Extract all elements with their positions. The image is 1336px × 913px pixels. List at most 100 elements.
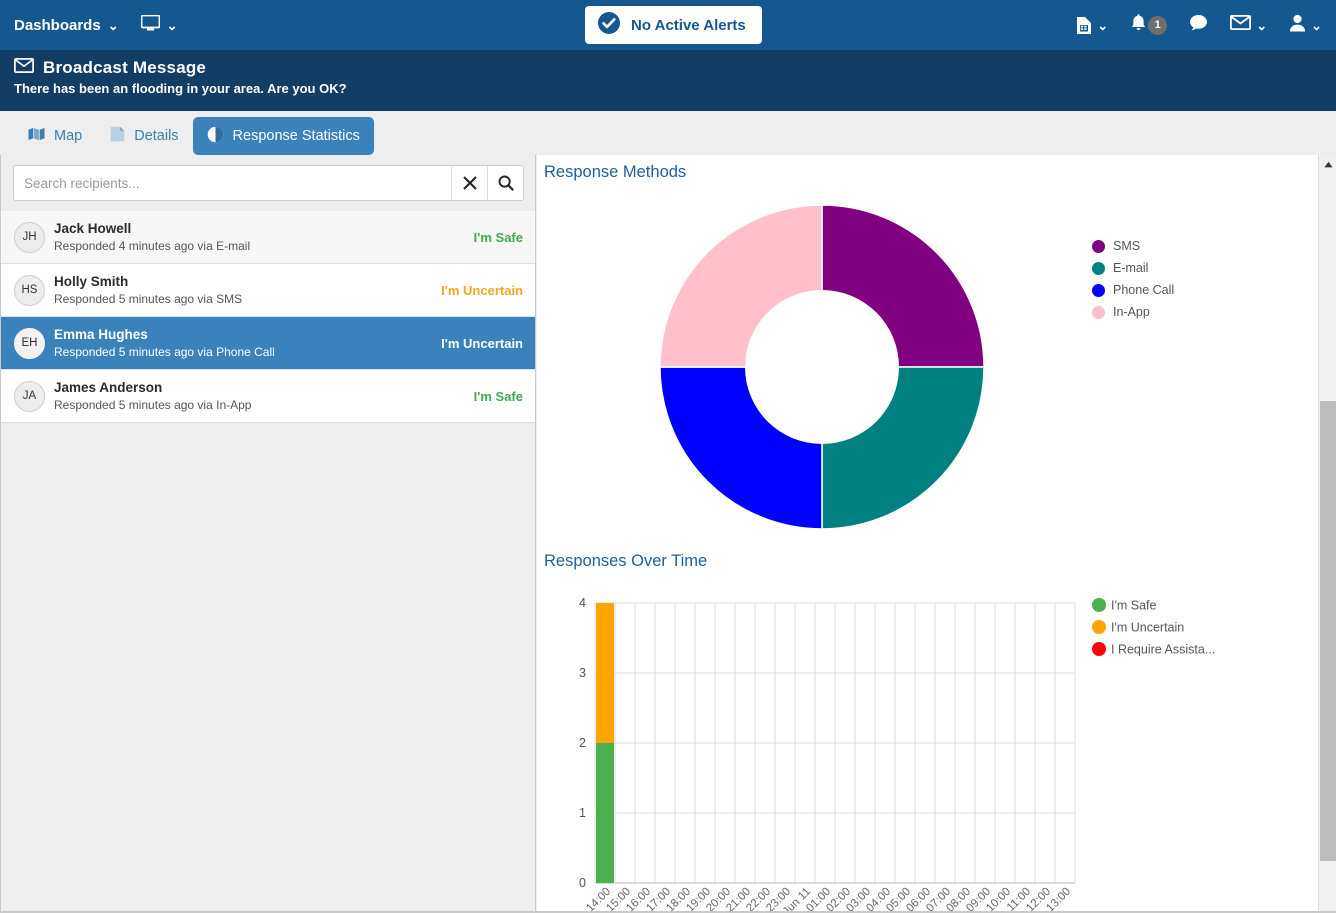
tab-response-statistics[interactable]: Response Statistics bbox=[192, 117, 374, 155]
legend-label[interactable]: I Require Assista... bbox=[1111, 643, 1215, 657]
chat-icon bbox=[1189, 14, 1208, 36]
tab-details[interactable]: Details bbox=[96, 117, 192, 155]
map-icon bbox=[28, 127, 45, 145]
close-icon bbox=[463, 176, 476, 190]
alert-status-label: No Active Alerts bbox=[631, 16, 746, 34]
tab-map[interactable]: Map bbox=[14, 117, 96, 155]
avatar: EH bbox=[14, 327, 45, 359]
notification-badge: 1 bbox=[1148, 15, 1168, 35]
no-active-alerts-button[interactable]: No Active Alerts bbox=[585, 6, 762, 44]
notifications-menu[interactable]: 1 bbox=[1130, 13, 1168, 37]
dashboards-menu[interactable]: Dashboards ⌄ bbox=[14, 17, 119, 34]
tab-map-label: Map bbox=[54, 128, 83, 144]
user-menu[interactable]: ⌄ bbox=[1289, 14, 1322, 37]
recipient-text: Jack Howell Responded 4 minutes ago via … bbox=[54, 220, 466, 254]
chevron-down-icon: ⌄ bbox=[107, 17, 119, 33]
user-icon bbox=[1289, 14, 1306, 37]
legend-item[interactable]: SMS bbox=[1092, 235, 1174, 257]
chat-button[interactable] bbox=[1189, 14, 1208, 36]
legend-label: In-App bbox=[1113, 305, 1150, 319]
submit-search-button[interactable] bbox=[487, 166, 523, 200]
bell-icon bbox=[1130, 13, 1147, 37]
recipients-list: JH Jack Howell Responded 4 minutes ago v… bbox=[1, 211, 535, 423]
response-methods-legend: SMS E-mail Phone Call In-App bbox=[1092, 235, 1174, 323]
legend-label[interactable]: I'm Uncertain bbox=[1111, 621, 1184, 635]
response-methods-chart: SMS E-mail Phone Call In-App bbox=[537, 182, 1336, 552]
recipient-detail: Responded 5 minutes ago via SMS bbox=[54, 292, 243, 307]
avatar: JA bbox=[14, 380, 45, 412]
legend-item[interactable]: E-mail bbox=[1092, 257, 1174, 279]
monitor-icon bbox=[140, 14, 161, 35]
search-area bbox=[1, 155, 535, 211]
responses-over-time-chart: Responses Over Time 0 1 2 3 4 14:00 15:00 16:00… bbox=[537, 552, 1336, 913]
chevron-down-icon: ⌄ bbox=[1256, 17, 1268, 33]
recipient-name: James Anderson bbox=[54, 379, 163, 395]
mail-menu[interactable]: ⌄ bbox=[1230, 14, 1268, 35]
legend-item[interactable]: In-App bbox=[1092, 301, 1174, 323]
legend-label: E-mail bbox=[1113, 261, 1149, 275]
y-axis-tick-label: 2 bbox=[579, 736, 586, 750]
avatar: HS bbox=[14, 274, 45, 306]
broadcast-title-row: Broadcast Message bbox=[14, 58, 1336, 78]
response-methods-title: Response Methods bbox=[544, 163, 687, 181]
bar-segment[interactable] bbox=[596, 603, 614, 743]
top-navbar: Dashboards ⌄ ⌄ No Active Alerts ⌄ 1 ⌄ ⌄ bbox=[0, 0, 1336, 50]
check-circle-icon bbox=[597, 11, 621, 39]
search-box bbox=[13, 165, 524, 201]
envelope-icon bbox=[14, 58, 34, 78]
y-axis-tick-label: 1 bbox=[579, 806, 586, 820]
tab-details-label: Details bbox=[134, 128, 179, 144]
broadcast-title: Broadcast Message bbox=[43, 58, 207, 77]
legend-color-swatch bbox=[1092, 598, 1106, 612]
recipient-name: Jack Howell bbox=[54, 220, 132, 236]
recipient-detail: Responded 5 minutes ago via Phone Call bbox=[54, 345, 275, 360]
y-axis-tick-label: 3 bbox=[579, 666, 586, 680]
main-content: JH Jack Howell Responded 4 minutes ago v… bbox=[0, 155, 1336, 913]
legend-color-swatch bbox=[1092, 283, 1105, 297]
bar-chart-svg: 0123414:0015:0016:0017:0018:0019:0020:00… bbox=[579, 596, 1215, 913]
recipient-name: Holly Smith bbox=[54, 273, 129, 289]
list-item[interactable]: JA James Anderson Responded 5 minutes ag… bbox=[1, 370, 535, 423]
recipient-text: Emma Hughes Responded 5 minutes ago via … bbox=[54, 326, 433, 360]
clear-search-button[interactable] bbox=[451, 166, 487, 200]
broadcast-message: There has been an flooding in your area.… bbox=[14, 81, 347, 96]
search-icon bbox=[498, 175, 514, 191]
recipient-name: Emma Hughes bbox=[54, 326, 148, 342]
navbar-right-group: ⌄ 1 ⌄ ⌄ bbox=[1076, 0, 1322, 50]
legend-color-swatch bbox=[1092, 305, 1105, 319]
bar-segment[interactable] bbox=[596, 743, 614, 883]
scroll-up-arrow-icon[interactable] bbox=[1319, 155, 1336, 173]
recipient-text: Holly Smith Responded 5 minutes ago via … bbox=[54, 273, 433, 307]
status-badge: I'm Uncertain bbox=[441, 335, 523, 351]
search-input[interactable] bbox=[14, 166, 451, 200]
avatar: JH bbox=[14, 221, 45, 253]
tab-bar: Map Details Response Statistics bbox=[0, 111, 1336, 155]
dashboards-label: Dashboards bbox=[14, 16, 101, 34]
scrollbar-thumb[interactable] bbox=[1320, 401, 1336, 861]
navbar-left-group: Dashboards ⌄ ⌄ bbox=[0, 14, 178, 35]
pie-chart-icon bbox=[207, 126, 224, 147]
chevron-down-icon: ⌄ bbox=[1097, 17, 1109, 33]
y-axis-tick-label: 0 bbox=[579, 876, 586, 890]
legend-color-swatch bbox=[1092, 642, 1106, 656]
display-menu[interactable]: ⌄ bbox=[140, 14, 178, 35]
content-scrollbar[interactable] bbox=[1318, 155, 1336, 913]
report-menu[interactable]: ⌄ bbox=[1076, 16, 1108, 35]
legend-color-swatch bbox=[1092, 620, 1106, 634]
legend-label[interactable]: I'm Safe bbox=[1111, 599, 1157, 613]
status-badge: I'm Safe bbox=[473, 229, 523, 245]
donut-chart-svg bbox=[659, 204, 985, 530]
list-item[interactable]: HS Holly Smith Responded 5 minutes ago v… bbox=[1, 264, 535, 317]
broadcast-banner: Broadcast Message There has been an floo… bbox=[0, 50, 1336, 111]
legend-label: SMS bbox=[1113, 239, 1141, 253]
recipient-text: James Anderson Responded 5 minutes ago v… bbox=[54, 379, 466, 413]
legend-item[interactable]: Phone Call bbox=[1092, 279, 1174, 301]
recipient-detail: Responded 4 minutes ago via E-mail bbox=[54, 239, 251, 254]
recipient-detail: Responded 5 minutes ago via In-App bbox=[54, 398, 252, 413]
application-root: Dashboards ⌄ ⌄ No Active Alerts ⌄ 1 ⌄ ⌄ … bbox=[0, 0, 1336, 913]
list-item[interactable]: EH Emma Hughes Responded 5 minutes ago v… bbox=[1, 317, 535, 370]
legend-color-swatch bbox=[1092, 261, 1105, 275]
chevron-down-icon: ⌄ bbox=[1311, 17, 1322, 33]
envelope-icon bbox=[1230, 14, 1252, 35]
list-item[interactable]: JH Jack Howell Responded 4 minutes ago v… bbox=[1, 211, 535, 264]
